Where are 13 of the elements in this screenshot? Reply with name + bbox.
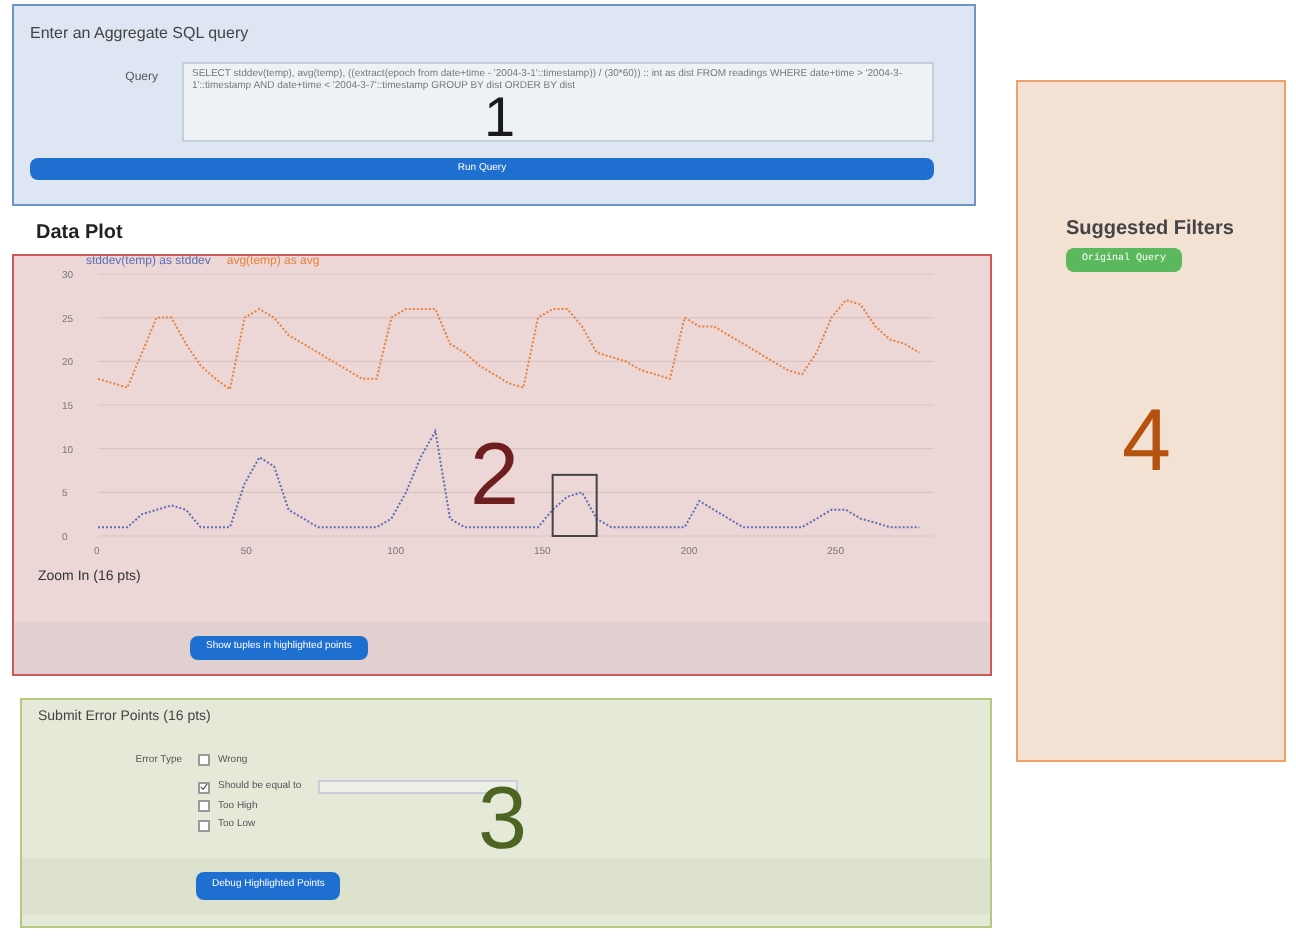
annotation-number: 3: [478, 776, 527, 864]
selection-box[interactable]: [551, 473, 598, 537]
annotation-number: 2: [470, 432, 519, 520]
section-heading: Data Plot: [36, 220, 125, 248]
panel-title: Enter an Aggregate SQL query: [30, 22, 251, 46]
panel-title: Suggested Filters: [1066, 216, 1236, 244]
checkbox[interactable]: [198, 754, 210, 767]
checkbox[interactable]: [198, 800, 210, 813]
check-icon: [200, 782, 208, 793]
checkbox[interactable]: [198, 781, 210, 794]
annotation-number: 1: [484, 96, 516, 140]
checkbox[interactable]: [198, 819, 210, 832]
annotation-number: 4: [1122, 398, 1171, 486]
